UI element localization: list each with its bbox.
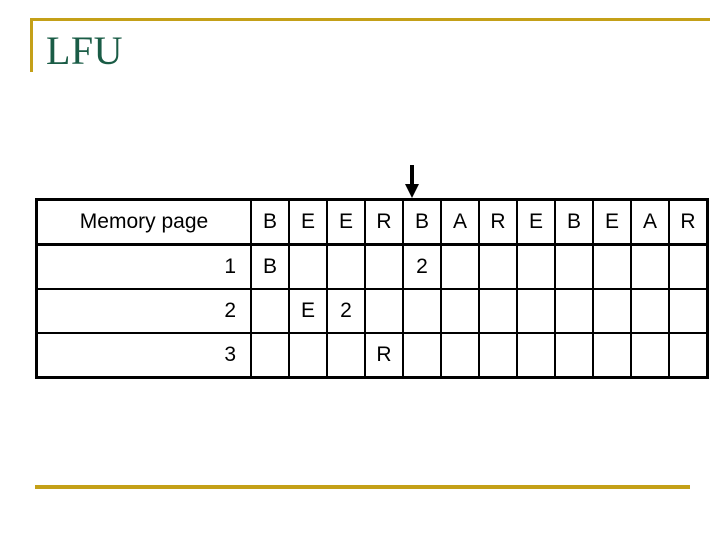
reference-header-cell: E [592,198,632,246]
slide-accent-rule-bottom [35,485,690,489]
reference-header-cell: R [478,198,518,246]
reference-header-cell: A [440,198,480,246]
frame-cell [630,332,670,379]
frame-cell [250,288,290,334]
reference-header-cell: A [630,198,670,246]
frame-label: 1 [35,243,252,290]
reference-header-cell: E [516,198,556,246]
frame-cell [364,288,404,334]
frame-cell [668,243,709,290]
reference-header-cell: B [250,198,290,246]
frame-cell [516,288,556,334]
frame-cell [288,243,328,290]
frame-cell [326,243,366,290]
frame-cell [250,332,290,379]
frame-cell [478,243,518,290]
reference-header-cell: E [288,198,328,246]
table-row: 3 R [35,332,709,379]
frame-cell [668,332,709,379]
reference-header-cell: B [554,198,594,246]
arrow-down-icon [405,165,419,198]
frame-cell: 2 [326,288,366,334]
frame-cell [516,332,556,379]
slide-accent-rule-left [30,18,33,72]
frame-cell [402,288,442,334]
slide-accent-rule-top [30,18,710,21]
frame-cell [364,243,404,290]
frame-cell [630,288,670,334]
frame-cell [516,243,556,290]
frame-cell: R [364,332,404,379]
frame-cell [630,243,670,290]
frame-label: 3 [35,332,252,379]
frame-cell [554,332,594,379]
reference-header-cell: R [668,198,709,246]
frame-cell [440,243,480,290]
page-title: LFU [46,28,124,73]
table-header-row: Memory page B E E R B A R E B E A R [35,198,709,246]
table-row: 2 E 2 [35,288,709,334]
frame-cell [554,288,594,334]
frame-cell [592,243,632,290]
frame-cell [592,332,632,379]
frame-cell [592,288,632,334]
frame-cell [478,288,518,334]
lfu-trace-table: Memory page B E E R B A R E B E A R 1 B … [35,198,709,379]
reference-header-cell: R [364,198,404,246]
frame-label: 2 [35,288,252,334]
frame-cell [288,332,328,379]
frame-cell [440,332,480,379]
frame-cell: 2 [402,243,442,290]
frame-cell [554,243,594,290]
frame-cell [668,288,709,334]
reference-header-cell: B [402,198,442,246]
frame-cell [326,332,366,379]
reference-header-cell: E [326,198,366,246]
trace-table-body: Memory page B E E R B A R E B E A R 1 B … [35,198,709,379]
table-row: 1 B 2 [35,243,709,290]
frame-cell: E [288,288,328,334]
frame-cell [478,332,518,379]
frame-cell [440,288,480,334]
frame-cell [402,332,442,379]
corner-header-memory-page: Memory page [35,198,252,246]
frame-cell: B [250,243,290,290]
